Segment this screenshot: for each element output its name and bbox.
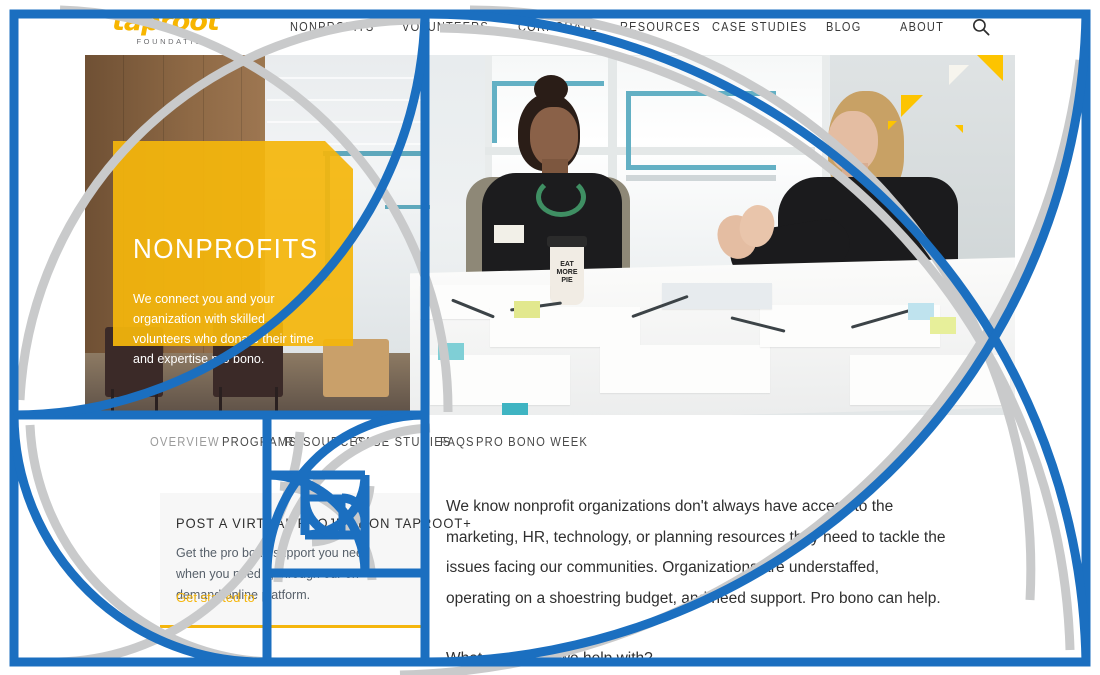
coffee-cup-label: EAT MORE PIE [556,261,578,284]
tab-pro-bono-week[interactable]: PRO BONO WEEK [476,435,588,449]
accent-triangle [955,125,963,133]
tab-faqs[interactable]: FAQS [440,435,475,449]
promo-card[interactable]: POST A VIRTUAL PROJECT ON TAPROOT+ Get t… [160,493,471,628]
nav-item-about[interactable]: ABOUT [900,20,944,34]
body-copy: We know nonprofit organizations don't al… [446,492,946,675]
nav-item-corporate[interactable]: CORPORATE [518,20,598,34]
accent-triangle [888,121,897,130]
tab-overview[interactable]: OVERVIEW [150,435,220,449]
site-header: taproot FOUNDATION NONPROFITS VOLUNTEERS C… [0,0,1100,55]
tab-case-studies[interactable]: CASE STUDIES [355,435,452,449]
search-icon[interactable] [972,18,990,36]
accent-triangle [977,55,1003,81]
accent-triangle [949,65,969,85]
nav-item-blog[interactable]: BLOG [826,20,862,34]
logo-tagline: FOUNDATION [136,37,212,46]
body-paragraph: We know nonprofit organizations don't al… [446,498,946,607]
section-tabs: OVERVIEW PROGRAMS RESOURCES CASE STUDIES FAQ… [0,435,1100,465]
coffee-cup: EAT MORE PIE [547,236,587,305]
hero-body: We connect you and your organization wit… [133,292,314,366]
nav-item-nonprofits[interactable]: NONPROFITS [290,20,374,34]
hero-text-block: NONPROFITS We connect you and your organ… [133,233,363,369]
taproot-logo[interactable]: taproot FOUNDATION [112,8,222,48]
primary-navigation: NONPROFITS VOLUNTEERS CORPORATE RESOURCES CA… [290,20,1010,40]
nav-item-resources[interactable]: RESOURCES [620,20,701,34]
promo-card-link[interactable]: Get started to [176,590,255,605]
body-question: What areas can we help with? [446,650,653,667]
promo-card-title: POST A VIRTUAL PROJECT ON TAPROOT+ [176,515,472,531]
nav-item-case-studies[interactable]: CASE STUDIES [712,20,807,34]
hero-title: NONPROFITS [133,233,319,264]
accent-triangle [901,95,923,117]
logo-wordmark: taproot [112,6,220,37]
photo-right-interior: EAT MORE PIE [410,55,1015,415]
webpage-canvas: taproot FOUNDATION NONPROFITS VOLUNTEERS C… [0,0,1100,675]
hero-photograph: EAT MORE PIE NONPROFITS We connect you a… [85,55,1015,415]
nav-item-volunteers[interactable]: VOLUNTEERS [402,20,489,34]
